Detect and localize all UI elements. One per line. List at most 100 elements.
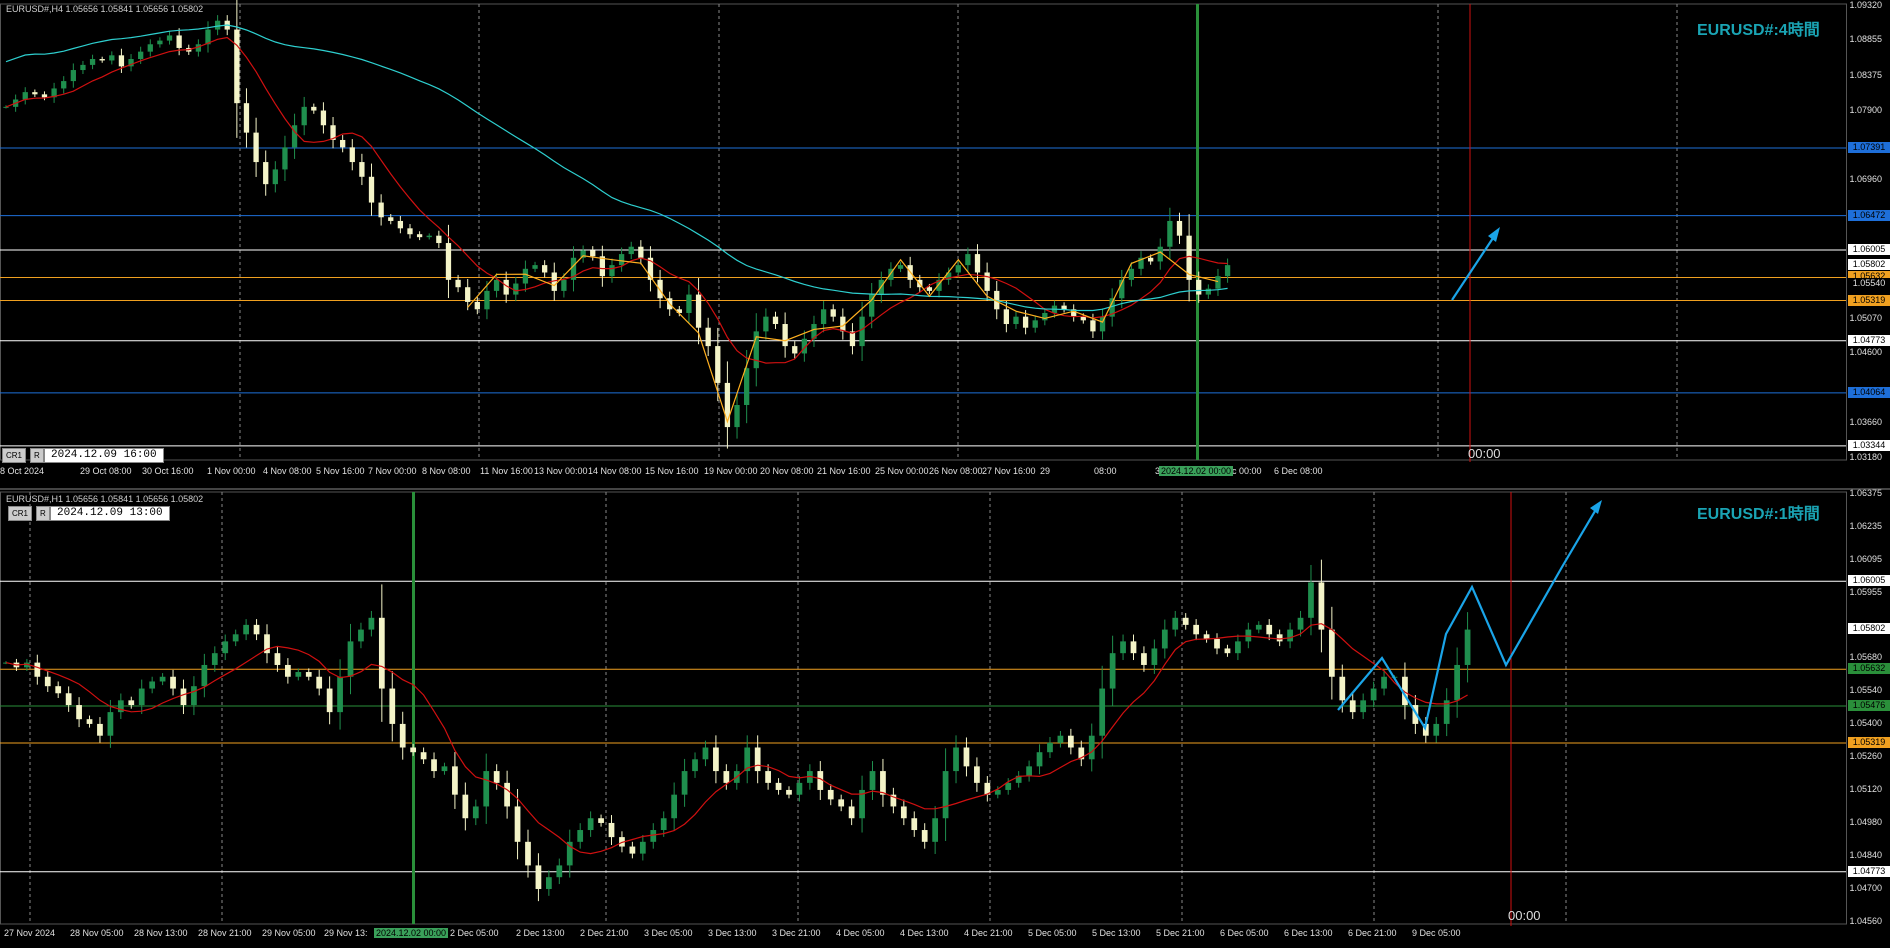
h1-price-tick: 1.06095 xyxy=(1849,554,1882,565)
h4-candle-body-16 xyxy=(157,40,163,45)
h4-price-level-box: 1.05802 xyxy=(1848,258,1890,270)
h4-candle-body-104 xyxy=(1003,309,1010,325)
h1-price-tick: 1.04980 xyxy=(1849,816,1882,827)
h1-candle-body-119 xyxy=(1245,629,1252,642)
h1-candle-body-51 xyxy=(535,865,542,889)
h1-price-tick: 1.04700 xyxy=(1849,882,1882,893)
h4-cr-label[interactable]: CR1 xyxy=(2,448,27,463)
h1-candle-body-26 xyxy=(274,653,281,665)
h4-candle-body-119 xyxy=(1147,257,1154,262)
h1-time-tick: 9 Dec 05:00 xyxy=(1412,928,1461,938)
h1-candle-body-9 xyxy=(97,723,103,736)
h1-price-level-box: 1.05476 xyxy=(1848,699,1890,711)
h4-price-level-box: 1.04773 xyxy=(1848,334,1890,346)
h1-price-level-box: 1.06005 xyxy=(1848,575,1890,587)
h1-candle-body-4 xyxy=(44,676,51,687)
h1-time-tick: 5 Dec 21:00 xyxy=(1156,928,1205,938)
h1-candle-body-48 xyxy=(504,782,510,807)
h1-candle-body-22 xyxy=(232,634,239,642)
h1-candle-body-116 xyxy=(1214,639,1220,649)
h1-time-tick: 2 Dec 13:00 xyxy=(516,928,565,938)
h1-candle-body-131 xyxy=(1370,688,1377,701)
h1-price-tick: 1.05955 xyxy=(1849,587,1882,598)
h4-candle-body-110 xyxy=(1061,305,1067,310)
h1-candle-body-127 xyxy=(1328,629,1335,677)
h4-time-tick: 8 Nov 08:00 xyxy=(422,466,471,476)
h1-candle-body-137 xyxy=(1433,723,1440,736)
h1-candle-body-61 xyxy=(639,841,646,854)
h1-chart-panel[interactable]: EURUSD#,H1 1.05656 1.05841 1.05656 1.058… xyxy=(0,488,1890,948)
h1-candle-body-91 xyxy=(953,747,959,772)
h1-candle-body-63 xyxy=(660,818,667,831)
h1-time-tick: 6 Dec 13:00 xyxy=(1284,928,1333,938)
h4-candle-body-82 xyxy=(792,346,798,354)
h1-candle-body-76 xyxy=(796,782,803,795)
h4-candle-body-29 xyxy=(282,147,288,170)
h4-r-label[interactable]: R xyxy=(30,448,44,463)
h4-candle-body-11 xyxy=(109,55,115,61)
h1-candle-body-111 xyxy=(1161,629,1168,649)
h1-r-label[interactable]: R xyxy=(36,506,50,521)
h1-time-tick: 2 Dec 21:00 xyxy=(580,928,629,938)
h4-price-tick: 1.09320 xyxy=(1849,0,1882,10)
h4-candle-body-32 xyxy=(311,106,317,111)
h4-candle-body-38 xyxy=(368,176,375,203)
h1-candle-body-101 xyxy=(1057,735,1064,743)
h1-candle-body-10 xyxy=(107,712,114,736)
h1-time-tick: 5 Dec 13:00 xyxy=(1092,928,1141,938)
h1-candle-body-66 xyxy=(692,759,698,772)
h1-candle-body-87 xyxy=(911,818,918,831)
h1-candle-body-37 xyxy=(389,688,396,724)
h1-candle-body-112 xyxy=(1172,617,1179,630)
h1-price-tick: 1.05540 xyxy=(1849,684,1882,695)
h4-price-level-box: 1.06472 xyxy=(1848,209,1890,221)
h4-chart-panel[interactable]: EURUSD#,H4 1.05656 1.05841 1.05656 1.058… xyxy=(0,0,1890,488)
h1-chart-canvas[interactable] xyxy=(0,490,1890,948)
h1-price-level-box: 1.05802 xyxy=(1848,623,1890,635)
h4-candle-body-62 xyxy=(599,256,606,277)
h1-candle-body-96 xyxy=(1005,782,1012,790)
h4-candle-body-41 xyxy=(397,220,404,229)
h1-candle-body-6 xyxy=(65,693,72,706)
h1-candle-body-53 xyxy=(556,865,563,878)
h1-price-tick: 1.04840 xyxy=(1849,849,1882,860)
h4-period-separator xyxy=(1196,4,1199,460)
h1-candle-body-67 xyxy=(702,747,709,760)
h4-candle-body-101 xyxy=(974,254,981,273)
h4-candle-body-10 xyxy=(99,59,105,61)
h1-price-tick: 1.05680 xyxy=(1849,651,1882,662)
h4-time-tick: 15 Nov 16:00 xyxy=(645,466,699,476)
h4-time-tick: 19 Nov 00:00 xyxy=(704,466,758,476)
h4-candle-body-51 xyxy=(493,279,500,291)
h1-time-tick: 6 Dec 05:00 xyxy=(1220,928,1269,938)
h4-candle-body-65 xyxy=(628,246,634,255)
h4-candle-body-102 xyxy=(984,272,990,291)
h4-candle-body-47 xyxy=(455,279,461,288)
h4-candle-body-49 xyxy=(474,301,480,310)
h1-candle-body-106 xyxy=(1109,653,1116,689)
h4-candle-body-22 xyxy=(214,20,221,30)
h1-cr-label[interactable]: CR1 xyxy=(8,506,33,521)
h1-candle-body-45 xyxy=(472,806,479,819)
h4-candle-body-35 xyxy=(340,139,346,148)
h1-candle-body-50 xyxy=(525,841,531,866)
h1-period-separator xyxy=(412,492,415,924)
h1-candle-body-99 xyxy=(1036,752,1043,767)
h1-time-tick: 27 Nov 2024 xyxy=(4,928,56,938)
h4-candle-body-27 xyxy=(263,162,269,185)
h1-time-tick: 3 Dec 21:00 xyxy=(772,928,821,938)
h1-candle-body-88 xyxy=(921,830,928,842)
h4-time-tick: 20 Nov 08:00 xyxy=(760,466,814,476)
h1-candle-body-20 xyxy=(211,653,218,665)
h4-price-tick: 1.03660 xyxy=(1849,416,1882,427)
h4-candle-body-63 xyxy=(609,265,615,277)
h1-candle-body-57 xyxy=(598,818,604,823)
h1-candle-body-65 xyxy=(681,771,688,795)
h4-price-tick: 1.05070 xyxy=(1849,312,1882,323)
h1-price-tick: 1.05120 xyxy=(1849,783,1882,794)
h4-chart-canvas[interactable] xyxy=(0,0,1890,488)
h4-price-tick: 1.04600 xyxy=(1849,347,1882,358)
h4-candle-body-15 xyxy=(147,44,153,52)
h4-candle-body-17 xyxy=(166,35,173,41)
h4-price-tick: 1.08375 xyxy=(1849,69,1882,80)
